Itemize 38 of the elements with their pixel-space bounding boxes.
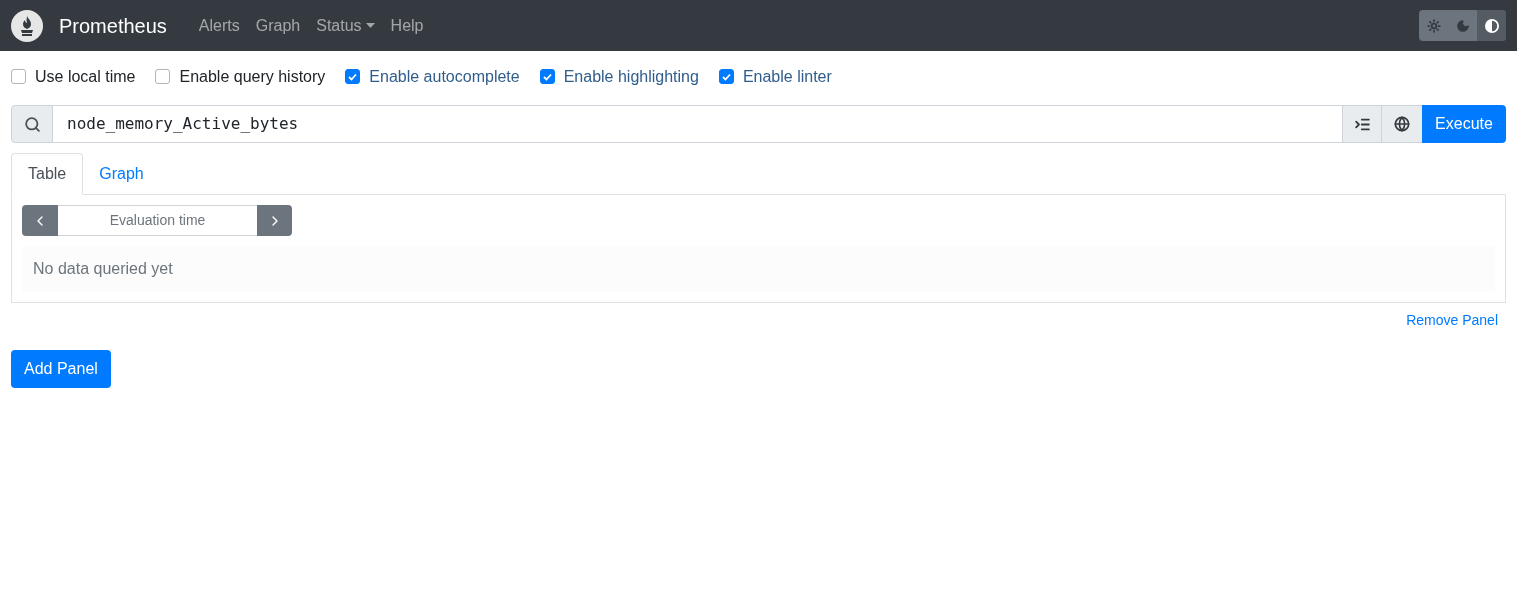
checkbox[interactable] [155,69,171,84]
format-button[interactable] [1342,105,1382,143]
panel-tab[interactable]: Table [11,153,84,195]
panel-tab[interactable]: Graph [83,153,160,195]
checkbox[interactable] [718,69,734,84]
nav-link[interactable]: Help [382,13,432,38]
checkbox[interactable] [539,69,555,84]
remove-panel-link[interactable]: Remove Panel [1406,310,1498,331]
flame-logo-icon [11,9,43,42]
moon-icon [1455,18,1470,33]
previous-button[interactable] [22,205,58,236]
checkbox-label: Enable autocomplete [369,66,520,87]
next-button[interactable] [257,205,292,236]
checkbox-label: Use local time [35,66,136,87]
check-icon [348,72,358,81]
add-panel-button[interactable]: Add Panel [11,350,111,388]
query-input[interactable]: node_memory_Active_bytes [53,105,1342,143]
checkbox-label: Enable query history [179,66,326,87]
execute-button[interactable]: Execute [1422,105,1506,143]
no-data-message: No data queried yet [33,259,173,279]
nav-dropdown[interactable]: Status [308,13,383,38]
nav-link[interactable]: Alerts [190,13,248,38]
sun-icon [1426,18,1441,33]
checkbox-label: Enable highlighting [563,66,699,87]
evaluation-time-input[interactable]: Evaluation time [58,205,257,236]
caret-icon [365,23,375,28]
theme-button[interactable] [1477,10,1506,41]
globe-icon [1394,116,1410,132]
nav-link[interactable]: Graph [247,13,309,38]
checkbox[interactable] [345,69,361,84]
half-circle-icon [1484,18,1499,33]
search-icon [23,115,41,133]
check-icon [542,72,552,81]
checkbox[interactable] [11,69,26,84]
checkbox-label: Enable linter [742,66,832,87]
check-icon [721,72,731,81]
metrics-explorer-button[interactable] [1382,105,1422,143]
brand-title[interactable]: Prometheus [59,10,167,41]
